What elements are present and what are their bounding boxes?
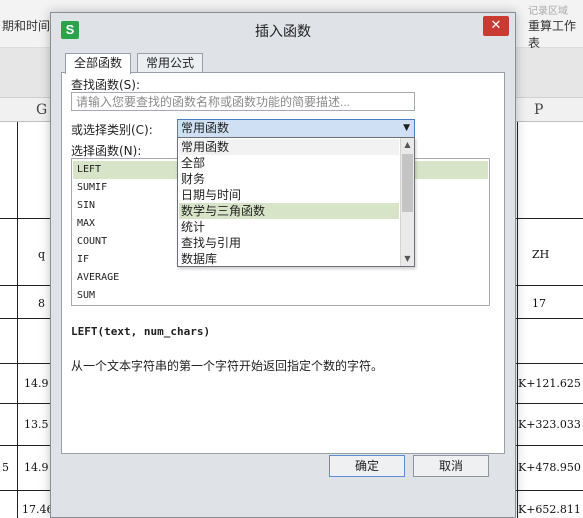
dropdown-option[interactable]: 统计: [179, 219, 399, 235]
category-label: 或选择类别(C):: [71, 123, 153, 137]
dialog-title: 插入函数: [255, 24, 311, 40]
table-cell[interactable]: K+652.811: [518, 503, 581, 516]
table-cell[interactable]: ZH: [532, 248, 549, 261]
ribbon-record-hint: 记录区域: [528, 6, 568, 17]
scroll-down-icon[interactable]: ▼: [401, 252, 414, 266]
search-label: 查找函数(S):: [71, 78, 141, 92]
category-select[interactable]: 常用函数 ▼: [177, 119, 415, 138]
chevron-down-icon[interactable]: ▼: [403, 120, 410, 137]
function-list-label: 选择函数(N):: [71, 144, 142, 158]
function-description: 从一个文本字符串的第一个字符开始返回指定个数的字符。: [71, 359, 384, 373]
scroll-thumb[interactable]: [402, 154, 413, 212]
dropdown-scrollbar[interactable]: ▲ ▼: [400, 138, 414, 266]
table-cell[interactable]: 17: [532, 297, 546, 310]
dropdown-option[interactable]: 常用函数: [179, 139, 399, 155]
table-cell[interactable]: K+323.033: [518, 418, 581, 431]
dropdown-option[interactable]: 数据库: [179, 251, 399, 267]
list-item[interactable]: AVERAGE: [73, 269, 488, 287]
ribbon-recalc-label[interactable]: 重算工作表: [528, 17, 583, 51]
table-cell[interactable]: 13.5: [24, 418, 49, 431]
ok-button[interactable]: 确定: [329, 455, 405, 477]
table-cell[interactable]: 5: [2, 461, 9, 474]
category-dropdown: 常用函数 全部 财务 日期与时间 数学与三角函数 统计 查找与引用 数据库 ▲ …: [177, 137, 415, 267]
table-cell[interactable]: K+121.625: [518, 377, 581, 390]
insert-function-dialog: S 插入函数 ✕ 全部函数 常用公式 查找函数(S): 或选择类别(C): 常用…: [50, 12, 516, 518]
dropdown-option[interactable]: 财务: [179, 171, 399, 187]
cancel-button[interactable]: 取消: [413, 455, 489, 477]
table-cell[interactable]: q: [38, 248, 45, 261]
grid-line: [17, 122, 18, 518]
dropdown-option[interactable]: 查找与引用: [179, 235, 399, 251]
close-icon[interactable]: ✕: [483, 16, 509, 36]
dropdown-option[interactable]: 日期与时间: [179, 187, 399, 203]
column-header-p[interactable]: P: [534, 102, 543, 118]
column-header-g[interactable]: G: [36, 102, 47, 118]
category-value: 常用函数: [181, 121, 230, 135]
tab-all-functions[interactable]: 全部函数: [65, 53, 132, 74]
tab-common-formulas[interactable]: 常用公式: [137, 53, 204, 73]
list-item[interactable]: SUM: [73, 287, 488, 305]
search-input[interactable]: [71, 92, 415, 111]
table-cell[interactable]: 8: [38, 297, 45, 310]
dropdown-option[interactable]: 全部: [179, 155, 399, 171]
grid-line: [517, 122, 518, 518]
table-cell[interactable]: K+478.950: [518, 461, 581, 474]
ribbon-date-time-label[interactable]: 期和时间: [2, 17, 50, 34]
function-signature: LEFT(text, num_chars): [71, 325, 211, 338]
dropdown-option[interactable]: 数学与三角函数: [179, 203, 399, 219]
table-cell[interactable]: 14.9: [24, 377, 49, 390]
table-cell[interactable]: 14.9: [24, 461, 49, 474]
scroll-up-icon[interactable]: ▲: [401, 138, 414, 152]
dialog-titlebar[interactable]: S 插入函数 ✕: [51, 13, 515, 47]
